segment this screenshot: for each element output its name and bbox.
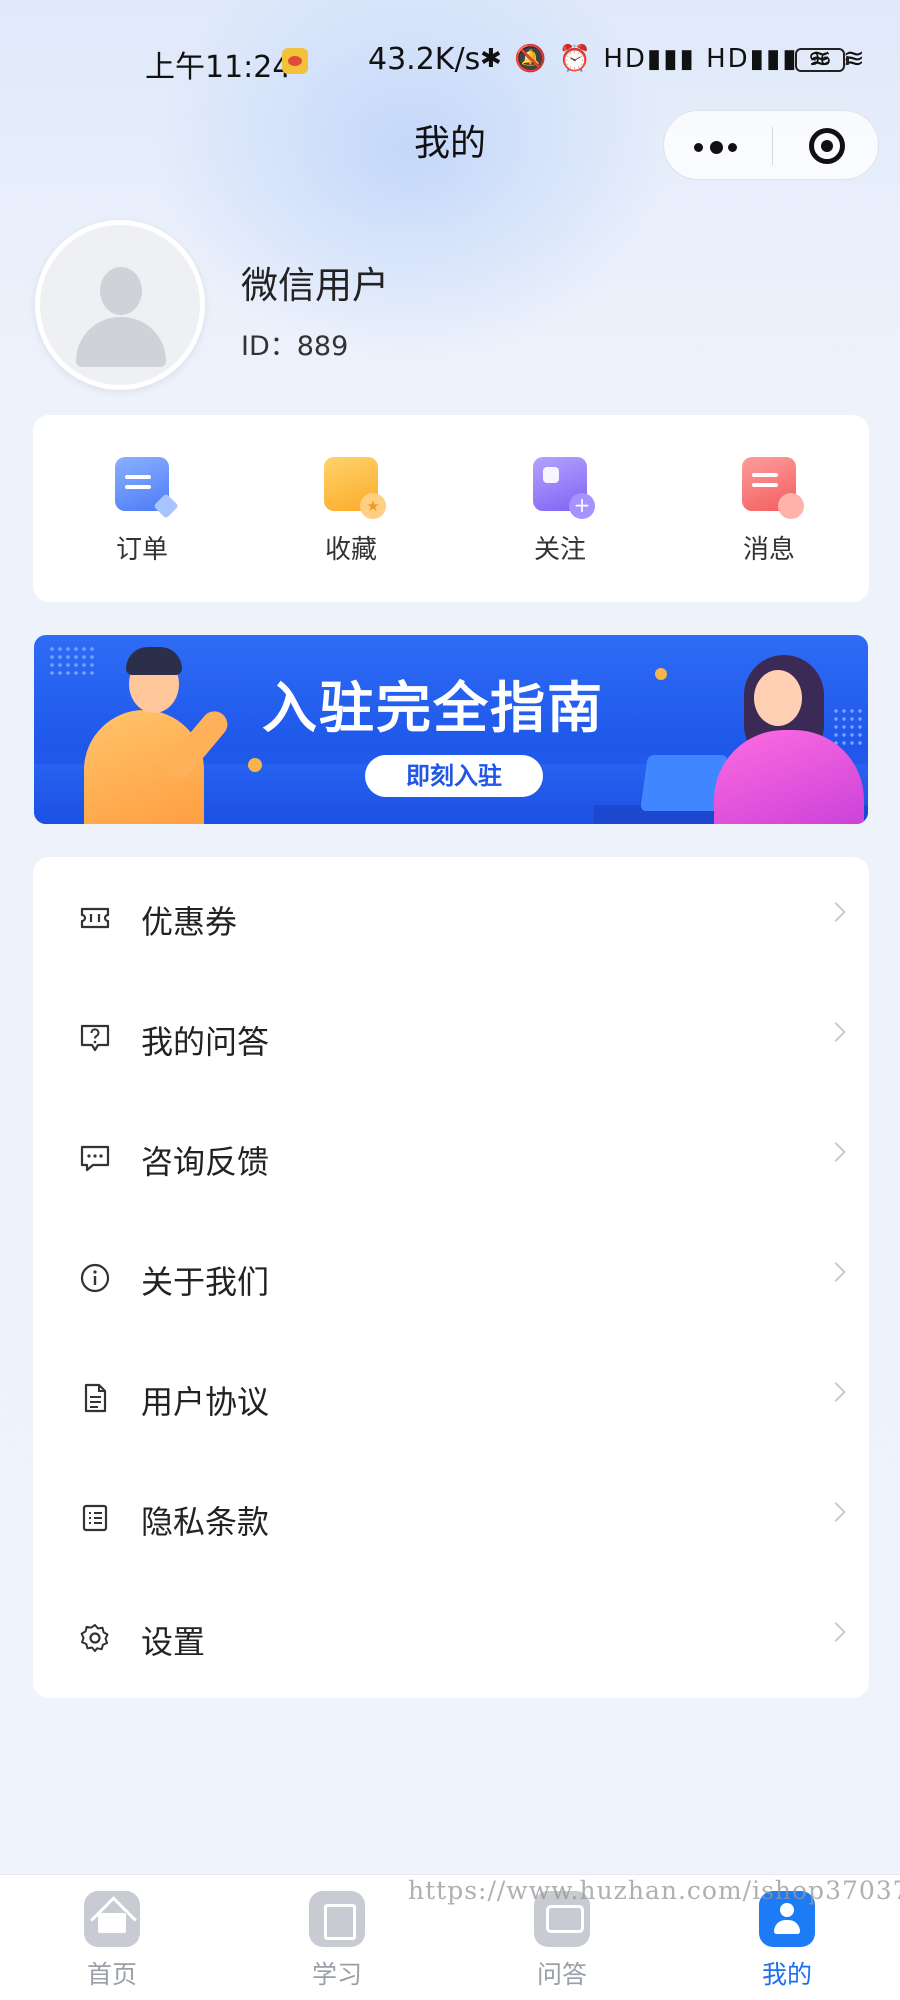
chevron-right-icon [826, 902, 846, 922]
chevron-right-icon [826, 1502, 846, 1522]
tab-label: 首页 [86, 1960, 137, 1989]
menu-item-user-agreement[interactable]: 用户协议 [33, 1337, 869, 1457]
avatar-body-shape [76, 317, 166, 367]
quick-action-label: 关注 [533, 535, 586, 565]
menu-item-label: 设置 [141, 1623, 206, 1661]
gear-icon [80, 1624, 109, 1652]
quick-action-order[interactable]: 订单 [82, 457, 202, 566]
chevron-right-icon [826, 1622, 846, 1642]
quick-action-label: 收藏 [324, 535, 377, 565]
more-button[interactable] [694, 125, 774, 165]
home-icon [84, 1891, 140, 1947]
status-bar: 上午11:24 43.2K/s ✱ 🔕 ⏰ HD▮▮▮ HD▮▮▮ ≋ ≋ 96 [0, 38, 900, 85]
question-icon [80, 1024, 110, 1052]
status-net-speed: 43.2K/s [368, 42, 481, 77]
menu-item-label: 关于我们 [141, 1263, 270, 1301]
user-name[interactable]: 微信用户 [241, 255, 389, 309]
follow-icon [533, 457, 595, 519]
menu-list: 优惠券 我的问答 咨询反馈 关于我们 用户协议 隐私条款 设置 [33, 857, 869, 1698]
settle-in-banner[interactable]: 入驻完全指南 即刻入驻 [34, 635, 868, 824]
banner-title: 入驻完全指南 [262, 676, 605, 740]
tab-qa[interactable]: 问答 [502, 1891, 622, 1991]
menu-item-coupon[interactable]: 优惠券 [33, 857, 869, 977]
menu-item-my-qa[interactable]: 我的问答 [33, 977, 869, 1097]
avatar-head-shape [100, 267, 142, 315]
info-icon [80, 1263, 110, 1293]
tab-label: 学习 [311, 1960, 362, 1989]
man-hair-illustration [126, 647, 182, 675]
order-icon [115, 457, 169, 511]
banner-cta-button[interactable]: 即刻入驻 [365, 755, 543, 797]
chevron-right-icon [826, 1142, 846, 1162]
feedback-icon [80, 1145, 110, 1172]
chevron-right-icon [826, 1262, 846, 1282]
close-miniprogram-button[interactable] [809, 128, 845, 164]
banner-ball-decoration [248, 758, 262, 772]
menu-item-label: 我的问答 [141, 1023, 270, 1061]
favorite-icon [324, 457, 386, 519]
tab-home[interactable]: 首页 [52, 1891, 172, 1991]
user-id: ID：889 [241, 331, 349, 362]
coupon-icon [80, 907, 110, 929]
quick-action-label: 订单 [115, 535, 168, 565]
banner-dots-decoration [832, 707, 862, 747]
list-icon [82, 1504, 108, 1532]
tab-label: 问答 [536, 1960, 587, 1989]
battery-icon: 96 [795, 48, 849, 72]
tab-me[interactable]: 我的 [727, 1891, 847, 1991]
menu-item-about[interactable]: 关于我们 [33, 1217, 869, 1337]
weibo-icon [282, 48, 308, 74]
woman-head-illustration [754, 670, 802, 726]
title-bar: 我的 [0, 110, 900, 180]
document-icon [84, 1383, 107, 1413]
quick-actions-card: 订单 收藏 关注 消息 [33, 415, 869, 602]
menu-item-label: 优惠券 [141, 903, 238, 941]
quick-action-message[interactable]: 消息 [709, 457, 829, 566]
chevron-right-icon [826, 1022, 846, 1042]
menu-item-label: 用户协议 [141, 1383, 270, 1421]
avatar[interactable] [35, 220, 205, 390]
menu-item-privacy[interactable]: 隐私条款 [33, 1457, 869, 1577]
status-time: 上午11:24 [145, 50, 292, 85]
menu-item-label: 咨询反馈 [141, 1143, 270, 1181]
banner-dots-decoration [48, 645, 96, 675]
watermark-text: https://www.huzhan.com/ishop37037 [408, 1876, 900, 1905]
menu-item-feedback[interactable]: 咨询反馈 [33, 1097, 869, 1217]
capsule-divider [772, 127, 773, 165]
chevron-right-icon [826, 1382, 846, 1402]
miniprogram-capsule [663, 110, 879, 180]
menu-item-settings[interactable]: 设置 [33, 1577, 869, 1697]
menu-item-label: 隐私条款 [141, 1503, 270, 1541]
banner-ball-decoration [655, 668, 667, 680]
message-icon [742, 457, 804, 519]
quick-action-label: 消息 [742, 535, 795, 565]
book-icon [309, 1891, 365, 1947]
quick-action-favorite[interactable]: 收藏 [291, 457, 411, 566]
quick-action-follow[interactable]: 关注 [500, 457, 620, 566]
tab-label: 我的 [761, 1960, 812, 1989]
tab-study[interactable]: 学习 [277, 1891, 397, 1991]
